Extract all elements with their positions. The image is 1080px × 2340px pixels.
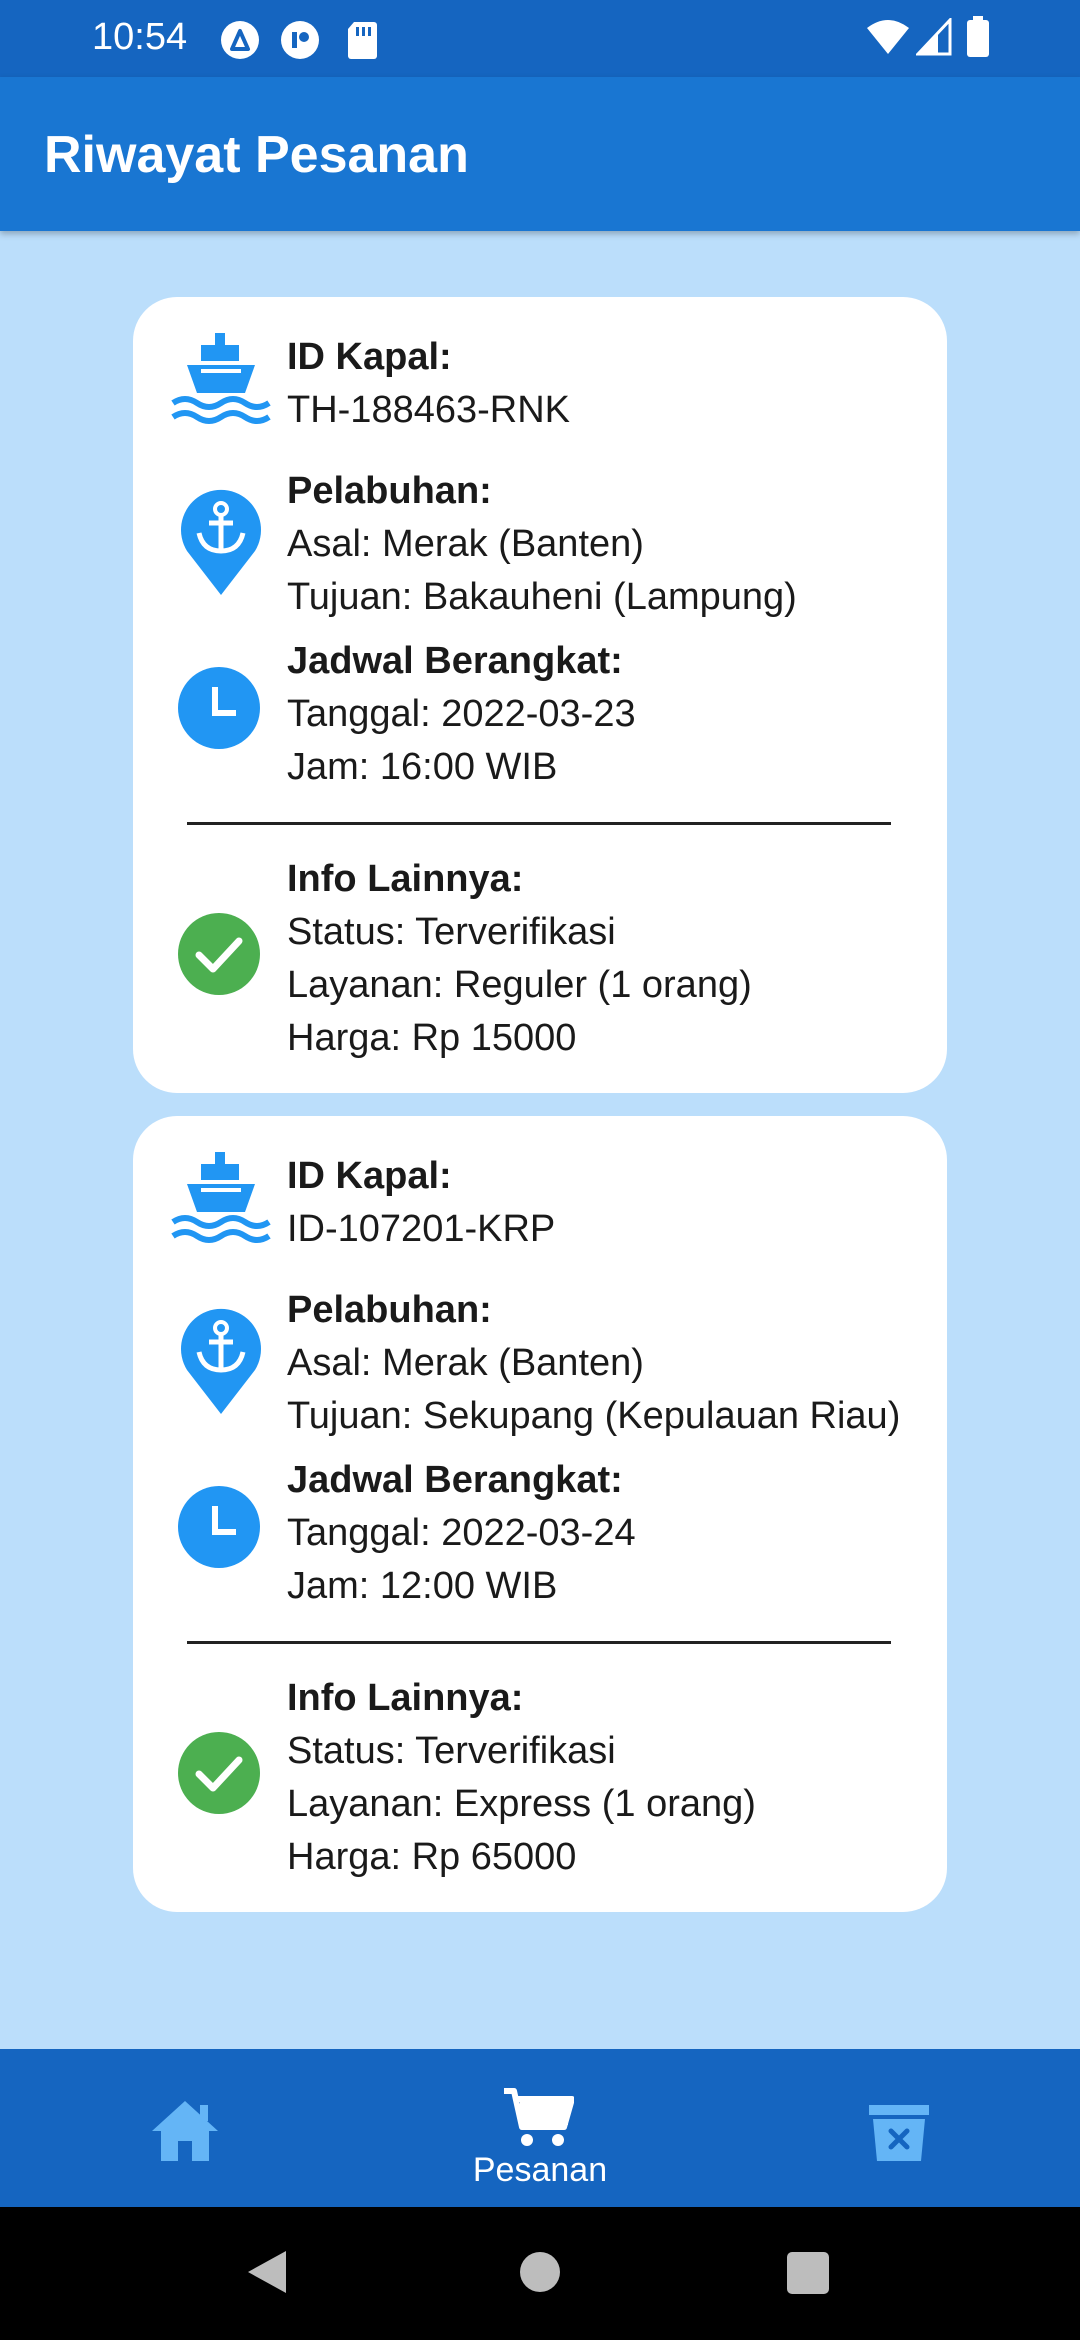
nav-pesanan[interactable]: Pesanan	[372, 2049, 708, 2207]
ship-id-label: ID Kapal:	[287, 1155, 452, 1197]
app-bar: Riwayat Pesanan	[0, 77, 1080, 231]
schedule-label: Jadwal Berangkat:	[287, 640, 623, 682]
info-label: Info Lainnya:	[287, 1677, 524, 1719]
check-circle-icon	[178, 913, 260, 1000]
trash-icon	[868, 2103, 930, 2168]
anchor-pin-icon	[177, 1304, 265, 1421]
service-text: Layanan: Reguler (1 orang)	[287, 964, 752, 1006]
order-card[interactable]: ID Kapal: TH-188463-RNK Pelabuhan: Asal:…	[133, 297, 947, 1093]
ship-icon	[171, 331, 271, 436]
app-b-icon	[280, 20, 320, 65]
nav-trash[interactable]	[708, 2049, 1080, 2207]
ship-id-label: ID Kapal:	[287, 336, 452, 378]
info-row: Info Lainnya: Status: Terverifikasi Laya…	[133, 1672, 947, 1887]
port-label: Pelabuhan:	[287, 1289, 492, 1331]
status-time: 10:54	[92, 16, 188, 58]
home-icon	[150, 2099, 220, 2168]
cart-icon	[502, 2087, 575, 2154]
status-text: Status: Terverifikasi	[287, 1730, 616, 1772]
home-circle-icon[interactable]	[520, 2252, 560, 2297]
ship-id-value: ID-107201-KRP	[287, 1208, 556, 1250]
app-a-icon	[220, 20, 260, 65]
order-card[interactable]: ID Kapal: ID-107201-KRP Pelabuhan: Asal:…	[133, 1116, 947, 1912]
port-row: Pelabuhan: Asal: Merak (Banten) Tujuan: …	[133, 1284, 947, 1444]
wifi-icon	[866, 18, 910, 61]
nav-pesanan-label: Pesanan	[472, 2151, 608, 2189]
time-text: Jam: 16:00 WIB	[287, 746, 558, 788]
price-text: Harga: Rp 65000	[287, 1836, 577, 1878]
ship-row: ID Kapal: TH-188463-RNK	[133, 325, 947, 435]
bottom-nav: Pesanan	[0, 2049, 1080, 2207]
port-label: Pelabuhan:	[287, 470, 492, 512]
ship-icon	[171, 1150, 271, 1255]
system-nav-bar	[0, 2207, 1080, 2340]
status-bar: 10:54	[0, 0, 1080, 77]
page-title: Riwayat Pesanan	[44, 126, 469, 184]
nav-home[interactable]	[0, 2049, 372, 2207]
origin-text: Asal: Merak (Banten)	[287, 1342, 644, 1384]
schedule-label: Jadwal Berangkat:	[287, 1459, 623, 1501]
schedule-row: Jadwal Berangkat: Tanggal: 2022-03-24 Ja…	[133, 1454, 947, 1614]
ship-id-value: TH-188463-RNK	[287, 389, 570, 431]
card-divider	[187, 822, 891, 825]
status-text: Status: Terverifikasi	[287, 911, 616, 953]
info-label: Info Lainnya:	[287, 858, 524, 900]
port-row: Pelabuhan: Asal: Merak (Banten) Tujuan: …	[133, 465, 947, 625]
recents-icon[interactable]	[787, 2252, 829, 2299]
card-divider	[187, 1641, 891, 1644]
check-circle-icon	[178, 1732, 260, 1819]
service-text: Layanan: Express (1 orang)	[287, 1783, 756, 1825]
sd-card-icon	[346, 20, 378, 65]
battery-icon	[966, 16, 990, 63]
date-text: Tanggal: 2022-03-24	[287, 1512, 636, 1554]
origin-text: Asal: Merak (Banten)	[287, 523, 644, 565]
date-text: Tanggal: 2022-03-23	[287, 693, 636, 735]
anchor-pin-icon	[177, 485, 265, 602]
clock-icon	[178, 1486, 260, 1573]
info-row: Info Lainnya: Status: Terverifikasi Laya…	[133, 853, 947, 1068]
destination-text: Tujuan: Sekupang (Kepulauan Riau)	[287, 1395, 901, 1437]
clock-icon	[178, 667, 260, 754]
ship-row: ID Kapal: ID-107201-KRP	[133, 1144, 947, 1254]
schedule-row: Jadwal Berangkat: Tanggal: 2022-03-23 Ja…	[133, 635, 947, 795]
time-text: Jam: 12:00 WIB	[287, 1565, 558, 1607]
price-text: Harga: Rp 15000	[287, 1017, 577, 1059]
destination-text: Tujuan: Bakauheni (Lampung)	[287, 576, 797, 618]
signal-icon	[914, 16, 952, 61]
back-icon[interactable]	[246, 2249, 288, 2300]
